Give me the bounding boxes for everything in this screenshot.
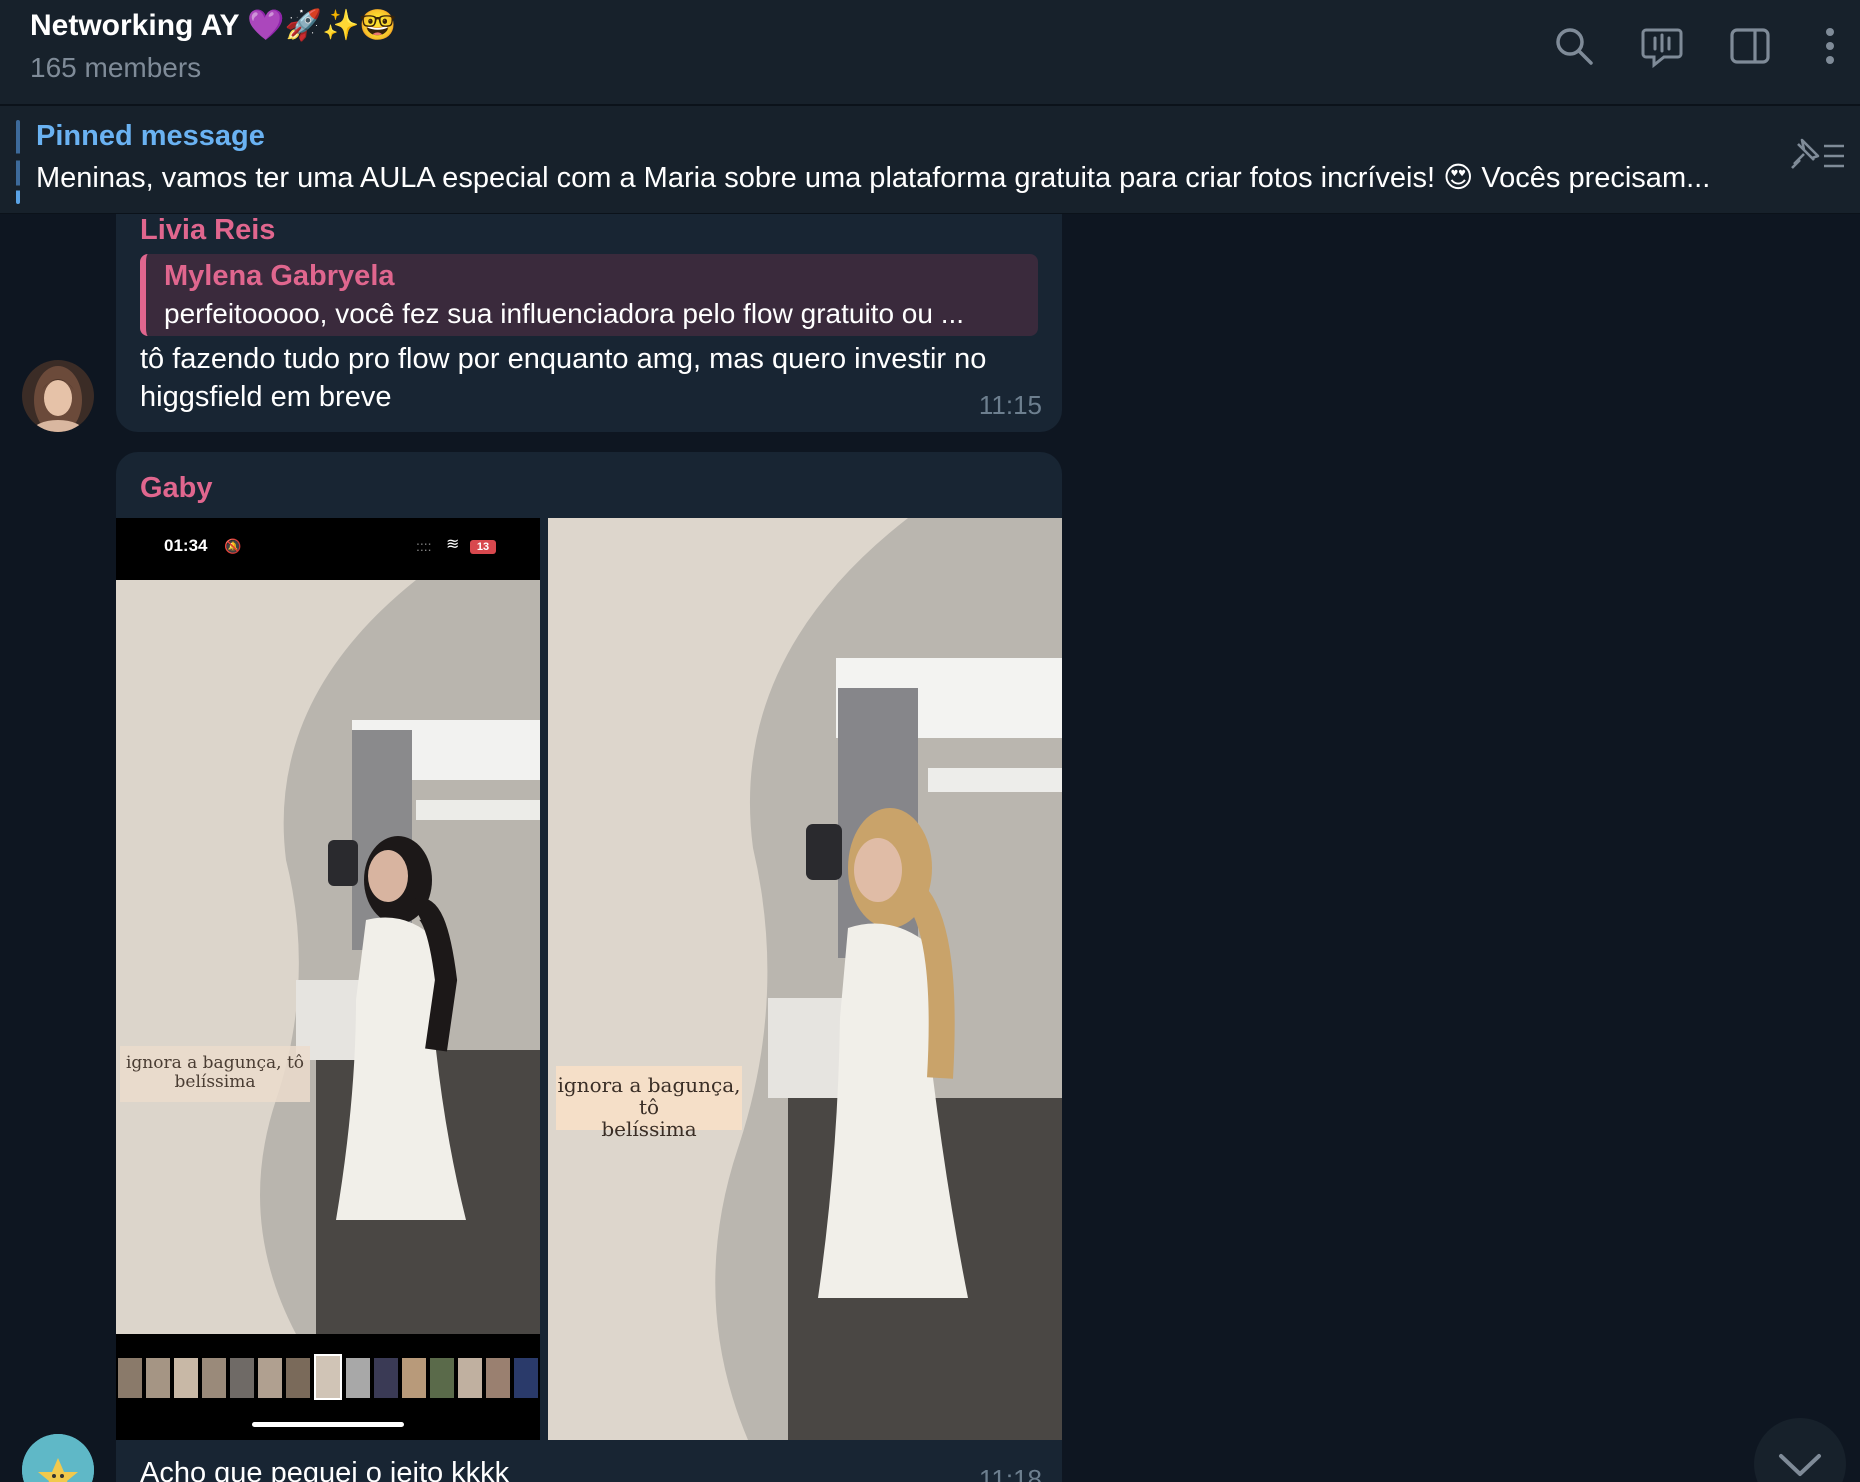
- pinned-message-bar[interactable]: Pinned message Meninas, vamos ter uma AU…: [0, 106, 1860, 214]
- avatar[interactable]: [22, 1434, 94, 1482]
- caption-line: belíssima: [601, 1117, 697, 1141]
- more-vertical-icon[interactable]: [1808, 22, 1852, 70]
- mute-icon: 🔕: [224, 538, 242, 554]
- thumbnail: [230, 1358, 254, 1398]
- pinned-list-icon[interactable]: [1784, 134, 1848, 178]
- signal-icon: ::::: [416, 538, 432, 554]
- avatar[interactable]: [22, 360, 94, 432]
- message-time: 11:15: [978, 390, 1042, 420]
- thumbnail: [174, 1358, 198, 1398]
- photo-screenshot[interactable]: 01:34 🔕 :::: ≋ 13 ignora a bagunça, tô b…: [116, 518, 540, 1440]
- thumbnail: [374, 1358, 398, 1398]
- caption-line: ignora a bagunça, tô: [125, 1053, 305, 1073]
- thumbnail: [402, 1358, 426, 1398]
- sender-name[interactable]: Livia Reis: [140, 214, 275, 247]
- thumbnail: [458, 1358, 482, 1398]
- thumbnail-strip: [116, 1354, 540, 1406]
- chat-title[interactable]: Networking AY 💜🚀✨🤓: [30, 8, 397, 43]
- message-time: 11:18: [978, 1464, 1042, 1482]
- pinned-text: Meninas, vamos ter uma AULA especial com…: [36, 162, 1711, 194]
- message-text-line: tô fazendo tudo pro flow por enquanto am…: [140, 343, 987, 375]
- thumbnail: [346, 1358, 370, 1398]
- thumbnail: [146, 1358, 170, 1398]
- telegram-chat-window: Networking AY 💜🚀✨🤓 165 members Pinned me…: [0, 0, 1860, 1482]
- search-icon[interactable]: [1550, 22, 1598, 70]
- pinned-label: Pinned message: [36, 120, 265, 152]
- reply-sender-name: Mylena Gabryela: [164, 260, 395, 292]
- sender-name[interactable]: Gaby: [140, 472, 213, 505]
- chat-header: Networking AY 💜🚀✨🤓 165 members: [0, 0, 1860, 106]
- thumbnail: [430, 1358, 454, 1398]
- caption-line: ignora a bagunça, tô: [557, 1073, 741, 1119]
- message-bubble[interactable]: Livia Reis Mylena Gabryela perfeitooooo,…: [116, 214, 1062, 432]
- thumbnail: [486, 1358, 510, 1398]
- wifi-icon: ≋: [446, 536, 460, 553]
- photo-caption-sticker: ignora a bagunça, tô belíssima: [120, 1046, 310, 1102]
- video-chat-icon[interactable]: [1638, 22, 1686, 70]
- thumbnail: [258, 1358, 282, 1398]
- chevron-down-icon: [1779, 1454, 1821, 1476]
- caption-line: belíssima: [174, 1071, 256, 1092]
- photo-caption-sticker: ignora a bagunça, tô belíssima: [556, 1066, 742, 1140]
- member-count[interactable]: 165 members: [30, 52, 201, 84]
- thumbnail: [118, 1358, 142, 1398]
- pinned-indicator: [16, 120, 20, 204]
- thumbnail: [286, 1358, 310, 1398]
- message-bubble[interactable]: Gaby 01:34 🔕 :::: ≋ 13 ignora a bagunça,…: [116, 452, 1062, 1482]
- photo-image: [116, 580, 540, 1334]
- thumbnail: [202, 1358, 226, 1398]
- message-text-line: higgsfield em breve: [140, 381, 392, 413]
- reply-quote[interactable]: Mylena Gabryela perfeitooooo, você fez s…: [140, 254, 1038, 336]
- message-text: Acho que peguei o jeito kkkk: [140, 1457, 510, 1482]
- status-bar-time: 01:34: [164, 536, 208, 555]
- thumbnail: [514, 1358, 538, 1398]
- home-indicator: [252, 1422, 404, 1427]
- photo-image[interactable]: ignora a bagunça, tô belíssima: [548, 518, 1062, 1440]
- reply-text: perfeitooooo, você fez sua influenciador…: [164, 298, 965, 329]
- battery-indicator: 13: [470, 540, 496, 554]
- scroll-to-bottom-button[interactable]: [1754, 1418, 1846, 1482]
- sidebar-toggle-icon[interactable]: [1726, 22, 1774, 70]
- thumbnail-active: [314, 1354, 342, 1400]
